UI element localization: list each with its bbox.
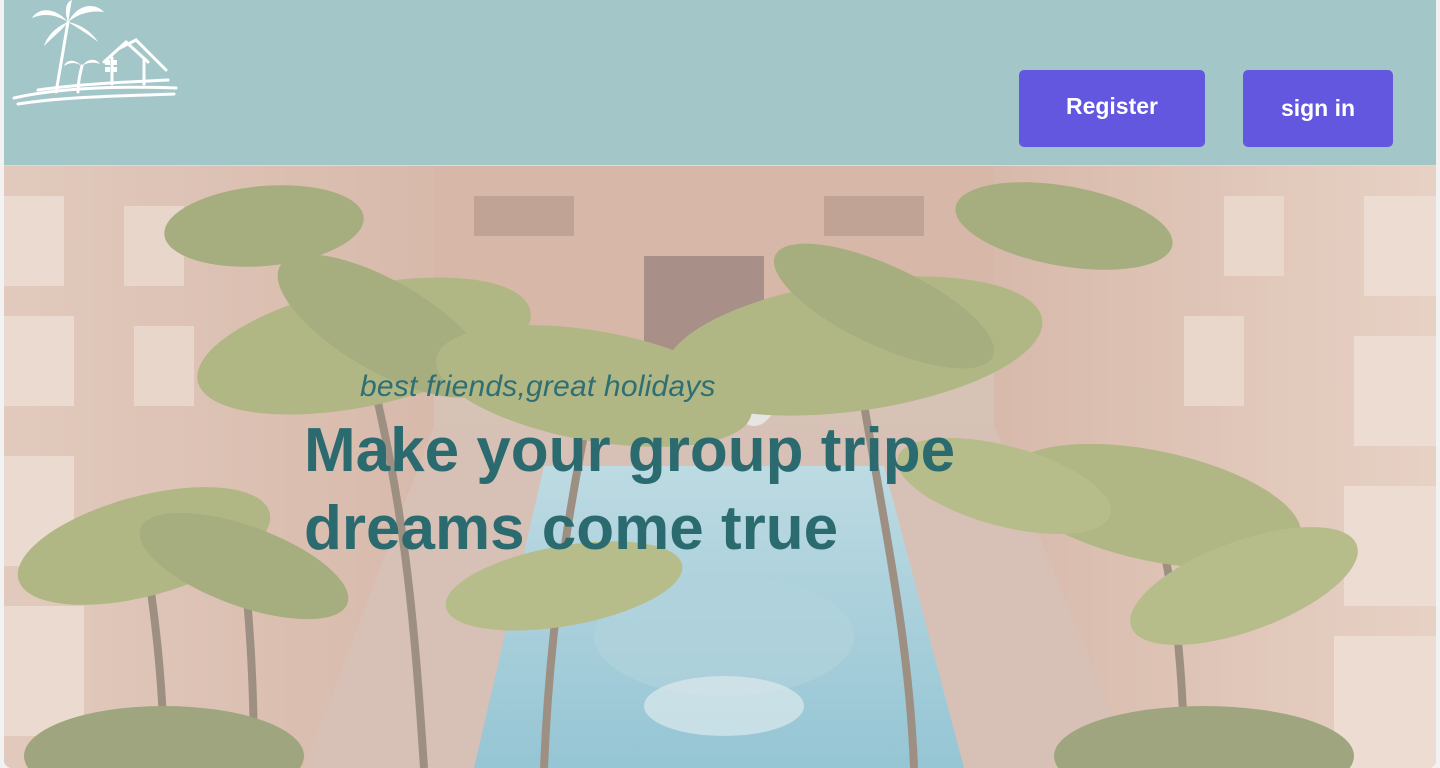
hero-headline: Make your group tripe dreams come true bbox=[304, 416, 956, 563]
register-button[interactable]: Register bbox=[1019, 70, 1205, 147]
sign-in-button[interactable]: sign in bbox=[1243, 70, 1393, 147]
hero-banner: best friends,great holidays Make your gr… bbox=[4, 166, 1436, 768]
palm-tree-house-icon bbox=[12, 0, 178, 106]
palm-house-logo[interactable] bbox=[8, 0, 180, 110]
site-header: Register sign in bbox=[4, 0, 1436, 166]
hero-tagline: best friends,great holidays bbox=[360, 370, 716, 403]
